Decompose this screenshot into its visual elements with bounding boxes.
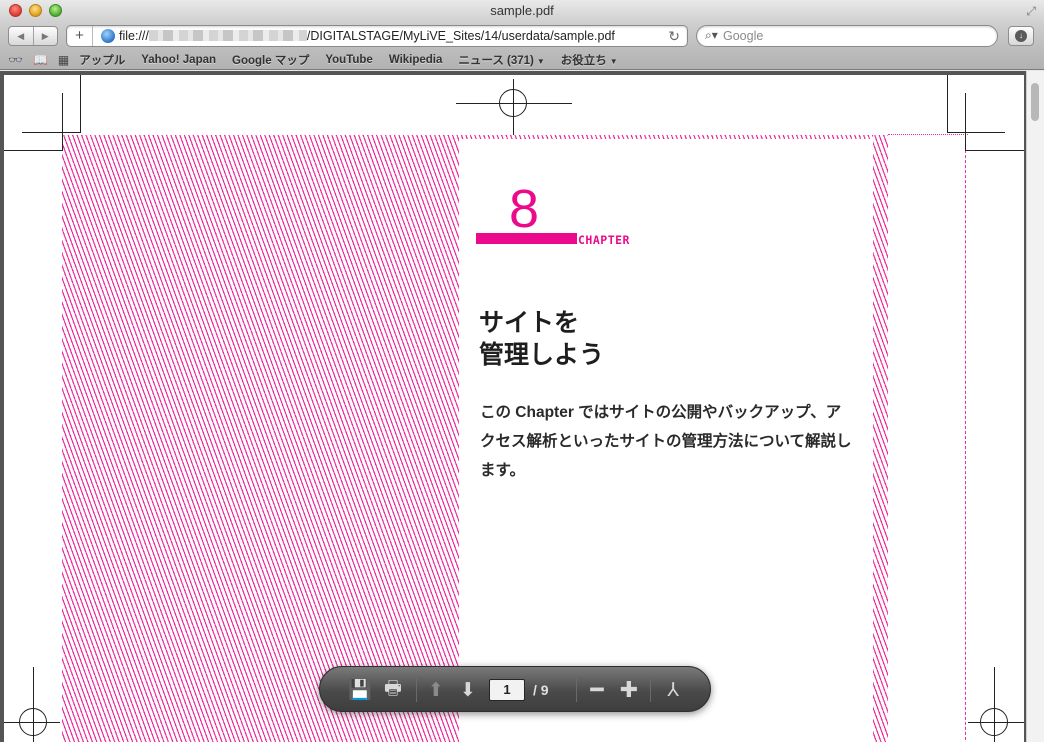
- pink-hatch-right-strip: [873, 135, 888, 742]
- back-forward-group: ◀ ▶: [8, 26, 58, 46]
- close-window-button[interactable]: [9, 4, 22, 17]
- chapter-title: サイトを 管理しよう: [479, 307, 859, 371]
- zoom-out-button[interactable]: ━: [584, 667, 610, 713]
- title-bar: sample.pdf ⤢: [0, 0, 1044, 22]
- acrobat-icon: ⅄: [667, 679, 679, 701]
- chapter-lead-text: この Chapter ではサイトの公開やバックアップ、アクセス解析といったサイト…: [480, 404, 852, 479]
- window-title: sample.pdf: [490, 3, 554, 18]
- pdf-viewport[interactable]: 8 CHAPTER サイトを 管理しよう この Chapter ではサイトの公開…: [0, 71, 1044, 742]
- bookmark-yahoo-japan[interactable]: Yahoo! Japan: [141, 54, 216, 66]
- chapter-accent-bar: [476, 233, 577, 244]
- zoom-in-button[interactable]: ✚: [616, 667, 642, 713]
- crop-mark: [80, 75, 81, 133]
- bookmarks-bar: 👓 📖 ▦ アップル Yahoo! Japan Google マップ YouTu…: [0, 50, 1044, 70]
- forward-arrow-icon: ▶: [41, 30, 49, 41]
- bookmark-folder-news[interactable]: ニュース (371) ▼: [458, 52, 544, 68]
- crop-mark: [947, 132, 1005, 133]
- scrollbar-thumb[interactable]: [1031, 83, 1039, 121]
- browser-toolbar: ◀ ▶ + file:////DIGITALSTAGE/MyLiVE_Sites…: [0, 22, 1044, 50]
- forward-button[interactable]: ▶: [32, 27, 58, 45]
- next-page-button[interactable]: ⬇: [456, 667, 480, 713]
- arrow-down-icon: ⬇: [460, 679, 476, 701]
- pink-hatch-panel: [62, 135, 459, 742]
- dropdown-triangle-icon: ▼: [536, 56, 545, 66]
- save-pdf-button[interactable]: 💾: [346, 667, 374, 713]
- registration-mark-circle: [19, 708, 47, 736]
- reload-icon[interactable]: ↻: [668, 26, 680, 46]
- hud-separator: [650, 678, 651, 702]
- bookmark-youtube[interactable]: YouTube: [325, 54, 372, 66]
- address-bar[interactable]: + file:////DIGITALSTAGE/MyLiVE_Sites/14/…: [66, 25, 688, 47]
- total-pages-label: / 9: [533, 682, 549, 698]
- bookmarks-book-icon[interactable]: 📖: [33, 53, 48, 67]
- add-bookmark-button[interactable]: +: [67, 26, 93, 46]
- hud-separator: [576, 678, 577, 702]
- downloads-button[interactable]: ↓: [1008, 26, 1034, 46]
- top-sites-grid-icon[interactable]: ▦: [58, 53, 69, 67]
- pink-hatch-top-strip: [459, 135, 873, 139]
- bookmark-apple[interactable]: アップル: [79, 52, 125, 68]
- crop-mark: [947, 75, 948, 133]
- chapter-label: CHAPTER: [578, 233, 630, 247]
- previous-page-button[interactable]: ⬆: [424, 667, 448, 713]
- crop-mark: [965, 93, 966, 151]
- crop-mark: [965, 150, 1024, 151]
- trim-guide-line: [965, 135, 966, 742]
- search-field[interactable]: ⌕▾: [696, 25, 998, 47]
- back-arrow-icon: ◀: [17, 30, 25, 41]
- fullscreen-icon[interactable]: ⤢: [1026, 4, 1036, 19]
- minus-icon: ━: [590, 677, 604, 702]
- bleed-guide-line: [888, 134, 968, 135]
- save-disk-icon: 💾: [348, 680, 372, 701]
- printer-icon: 🖶: [384, 678, 402, 699]
- globe-icon: [101, 29, 115, 43]
- hud-separator: [416, 678, 417, 702]
- pdf-page: 8 CHAPTER サイトを 管理しよう この Chapter ではサイトの公開…: [4, 75, 1024, 742]
- plus-icon: ✚: [619, 677, 639, 702]
- reading-list-icon[interactable]: 👓: [8, 53, 23, 67]
- open-in-acrobat-button[interactable]: ⅄: [660, 667, 686, 713]
- current-page-input[interactable]: 1: [489, 679, 525, 701]
- dropdown-triangle-icon: ▼: [609, 56, 618, 66]
- bookmark-wikipedia[interactable]: Wikipedia: [389, 54, 443, 66]
- plus-icon: +: [75, 27, 84, 44]
- crop-mark: [22, 132, 80, 133]
- print-button[interactable]: 🖶: [378, 667, 408, 713]
- search-icon: ⌕▾: [705, 28, 718, 42]
- redacted-path: [148, 30, 307, 41]
- download-icon: ↓: [1015, 30, 1027, 42]
- pdf-hud-toolbar: 💾 🖶 ⬆ ⬇ 1 / 9 ━ ✚ ⅄: [319, 666, 711, 712]
- chapter-number: 8: [509, 179, 540, 239]
- zoom-window-button[interactable]: [49, 4, 62, 17]
- chapter-title-line-1: サイトを: [479, 309, 580, 337]
- registration-mark-circle: [499, 89, 527, 117]
- crop-mark: [4, 150, 62, 151]
- bookmark-google-maps[interactable]: Google マップ: [232, 52, 309, 68]
- minimize-window-button[interactable]: [29, 4, 42, 17]
- url-text[interactable]: file:////DIGITALSTAGE/MyLiVE_Sites/14/us…: [119, 26, 615, 46]
- chapter-title-line-2: 管理しよう: [479, 341, 605, 369]
- registration-mark-circle: [980, 708, 1008, 736]
- bookmark-folder-useful[interactable]: お役立ち ▼: [561, 52, 618, 68]
- arrow-up-icon: ⬆: [428, 679, 444, 701]
- search-input[interactable]: [723, 27, 983, 45]
- back-button[interactable]: ◀: [9, 27, 33, 45]
- crop-mark: [62, 93, 63, 151]
- vertical-scrollbar[interactable]: [1026, 71, 1044, 742]
